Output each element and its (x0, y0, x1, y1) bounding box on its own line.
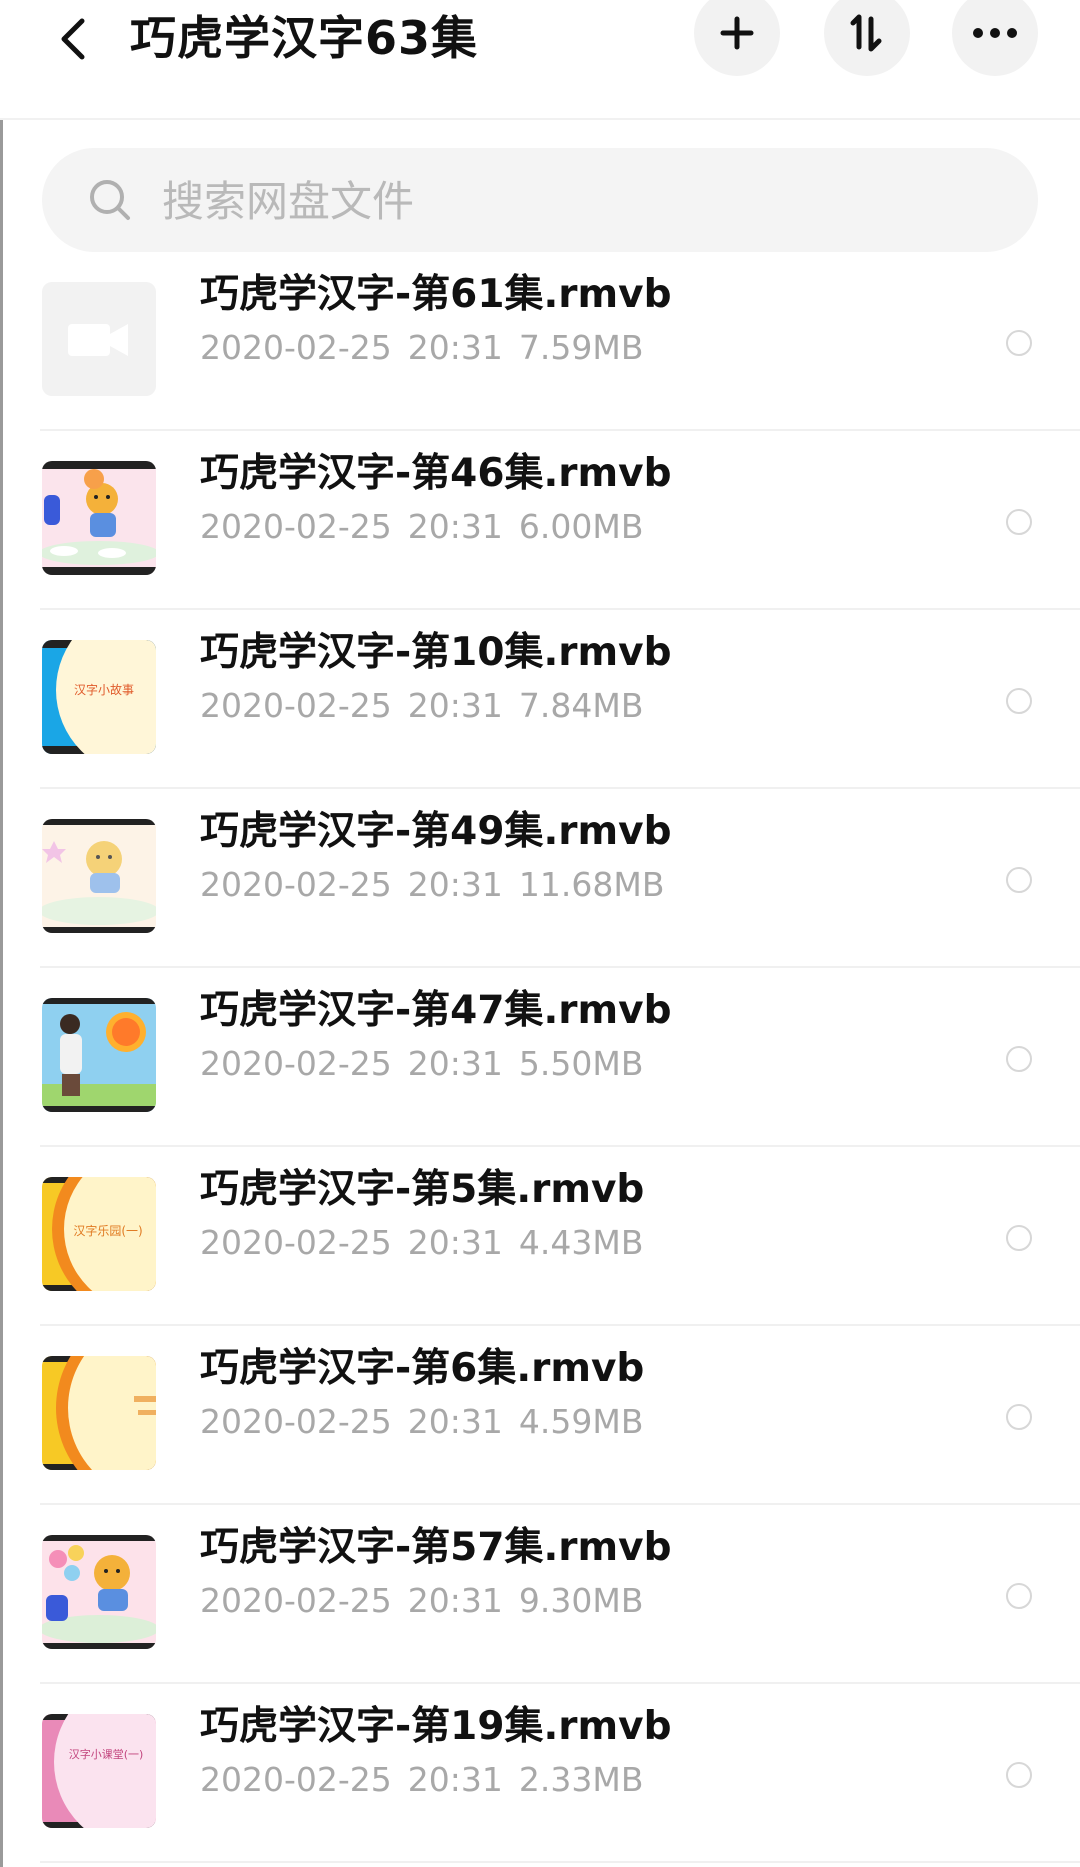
file-row[interactable]: 汉字乐园(一) 巧虎学汉字-第5集.rmvb 2020-02-25 20:31 4.… (0, 1147, 1080, 1326)
select-checkbox[interactable] (1006, 1225, 1032, 1251)
back-button[interactable] (44, 4, 104, 74)
top-bar: 巧虎学汉字63集 (0, 0, 1080, 120)
file-time: 20:31 (407, 507, 503, 546)
file-row[interactable]: 巧虎学汉字-第49集.rmvb 2020-02-25 20:31 11.68MB (0, 789, 1080, 968)
file-name: 巧虎学汉字-第6集.rmvb (200, 1346, 645, 1391)
file-row[interactable]: 巧虎学汉字-第6集.rmvb 2020-02-25 20:31 4.59MB (0, 1326, 1080, 1505)
file-name: 巧虎学汉字-第10集.rmvb (200, 630, 672, 675)
woman-sun-thumbnail-image (42, 998, 156, 1112)
file-size: 7.84MB (518, 686, 644, 725)
select-checkbox[interactable] (1006, 1762, 1032, 1788)
search-input[interactable] (160, 168, 964, 234)
file-date: 2020-02-25 (200, 865, 392, 904)
video-camera-icon (68, 324, 128, 356)
divider (40, 1861, 1080, 1863)
file-size: 4.59MB (518, 1402, 644, 1441)
file-time: 20:31 (407, 328, 503, 367)
file-date: 2020-02-25 (200, 328, 392, 367)
file-time: 20:31 (407, 865, 503, 904)
select-checkbox[interactable] (1006, 1404, 1032, 1430)
file-row[interactable]: 巧虎学汉字-第47集.rmvb 2020-02-25 20:31 5.50MB (0, 968, 1080, 1147)
video-thumbnail (42, 998, 156, 1112)
file-date: 2020-02-25 (200, 1402, 392, 1441)
select-checkbox[interactable] (1006, 688, 1032, 714)
file-size: 4.43MB (518, 1223, 644, 1262)
file-list: 巧虎学汉字-第61集.rmvb 2020-02-25 20:31 7.59MB (0, 252, 1080, 1863)
more-button[interactable] (952, 0, 1038, 76)
file-meta: 2020-02-25 20:31 7.84MB (200, 682, 659, 730)
file-time: 20:31 (407, 686, 503, 725)
thumbnail-caption: 汉字小故事 (74, 682, 134, 697)
file-date: 2020-02-25 (200, 1760, 392, 1799)
file-size: 2.33MB (518, 1760, 644, 1799)
file-time: 20:31 (407, 1044, 503, 1083)
file-name: 巧虎学汉字-第47集.rmvb (200, 988, 672, 1033)
file-name: 巧虎学汉字-第19集.rmvb (200, 1704, 672, 1749)
file-meta: 2020-02-25 20:31 9.30MB (200, 1577, 659, 1625)
video-thumbnail: 汉字小故事 (42, 640, 156, 754)
file-meta: 2020-02-25 20:31 7.59MB (200, 324, 659, 372)
select-checkbox[interactable] (1006, 1046, 1032, 1072)
file-time: 20:31 (407, 1223, 503, 1262)
select-checkbox[interactable] (1006, 509, 1032, 535)
search-icon (90, 180, 130, 220)
file-name: 巧虎学汉字-第61集.rmvb (200, 272, 672, 317)
tiger-thumbnail-image (42, 461, 156, 575)
file-size: 11.68MB (518, 865, 665, 904)
arc-thumbnail-image: 汉字小故事 (42, 640, 156, 754)
video-thumbnail (42, 1356, 156, 1470)
select-checkbox[interactable] (1006, 1583, 1032, 1609)
file-date: 2020-02-25 (200, 1581, 392, 1620)
video-thumbnail (42, 819, 156, 933)
file-size: 9.30MB (518, 1581, 644, 1620)
add-button[interactable] (694, 0, 780, 76)
file-size: 5.50MB (518, 1044, 644, 1083)
plus-icon (720, 16, 754, 50)
page-title: 巧虎学汉字63集 (130, 11, 479, 65)
arc-thumbnail-image: 汉字小课堂(一) (42, 1714, 156, 1828)
chevron-left-icon (61, 18, 85, 60)
thumbnail-caption: 汉字乐园(一) (73, 1223, 142, 1238)
file-name: 巧虎学汉字-第49集.rmvb (200, 809, 672, 854)
video-thumbnail (42, 461, 156, 575)
file-date: 2020-02-25 (200, 1223, 392, 1262)
video-thumbnail: 汉字小课堂(一) (42, 1714, 156, 1828)
sort-button[interactable] (824, 0, 910, 76)
thumbnail-caption: 汉字小课堂(一) (69, 1747, 144, 1761)
file-date: 2020-02-25 (200, 507, 392, 546)
video-thumbnail: 汉字乐园(一) (42, 1177, 156, 1291)
file-name: 巧虎学汉字-第57集.rmvb (200, 1525, 672, 1570)
file-date: 2020-02-25 (200, 686, 392, 725)
file-time: 20:31 (407, 1581, 503, 1620)
file-row[interactable]: 巧虎学汉字-第57集.rmvb 2020-02-25 20:31 9.30MB (0, 1505, 1080, 1684)
file-meta: 2020-02-25 20:31 2.33MB (200, 1756, 659, 1804)
video-thumbnail (42, 1535, 156, 1649)
file-date: 2020-02-25 (200, 1044, 392, 1083)
tiger-thumbnail-image (42, 819, 156, 933)
file-time: 20:31 (407, 1402, 503, 1441)
file-row[interactable]: 汉字小故事 巧虎学汉字-第10集.rmvb 2020-02-25 20:31 7.8… (0, 610, 1080, 789)
sort-icon (850, 14, 882, 52)
select-checkbox[interactable] (1006, 330, 1032, 356)
file-name: 巧虎学汉字-第46集.rmvb (200, 451, 672, 496)
file-row[interactable]: 巧虎学汉字-第46集.rmvb 2020-02-25 20:31 6.00MB (0, 431, 1080, 610)
file-size: 6.00MB (518, 507, 644, 546)
file-row[interactable]: 巧虎学汉字-第61集.rmvb 2020-02-25 20:31 7.59MB (0, 252, 1080, 431)
file-meta: 2020-02-25 20:31 4.59MB (200, 1398, 659, 1446)
search-bar[interactable] (42, 148, 1038, 252)
file-meta: 2020-02-25 20:31 4.43MB (200, 1219, 659, 1267)
file-row[interactable]: 汉字小课堂(一) 巧虎学汉字-第19集.rmvb 2020-02-25 20:31… (0, 1684, 1080, 1863)
file-size: 7.59MB (518, 328, 644, 367)
video-thumbnail (42, 282, 156, 396)
file-meta: 2020-02-25 20:31 5.50MB (200, 1040, 659, 1088)
select-checkbox[interactable] (1006, 867, 1032, 893)
file-name: 巧虎学汉字-第5集.rmvb (200, 1167, 645, 1212)
arc-thumbnail-image: 汉字乐园(一) (42, 1177, 156, 1291)
file-meta: 2020-02-25 20:31 6.00MB (200, 503, 659, 551)
file-meta: 2020-02-25 20:31 11.68MB (200, 861, 680, 909)
more-horizontal-icon (973, 28, 1017, 38)
file-time: 20:31 (407, 1760, 503, 1799)
tiger-thumbnail-image (42, 1535, 156, 1649)
arc-thumbnail-image (42, 1356, 156, 1470)
